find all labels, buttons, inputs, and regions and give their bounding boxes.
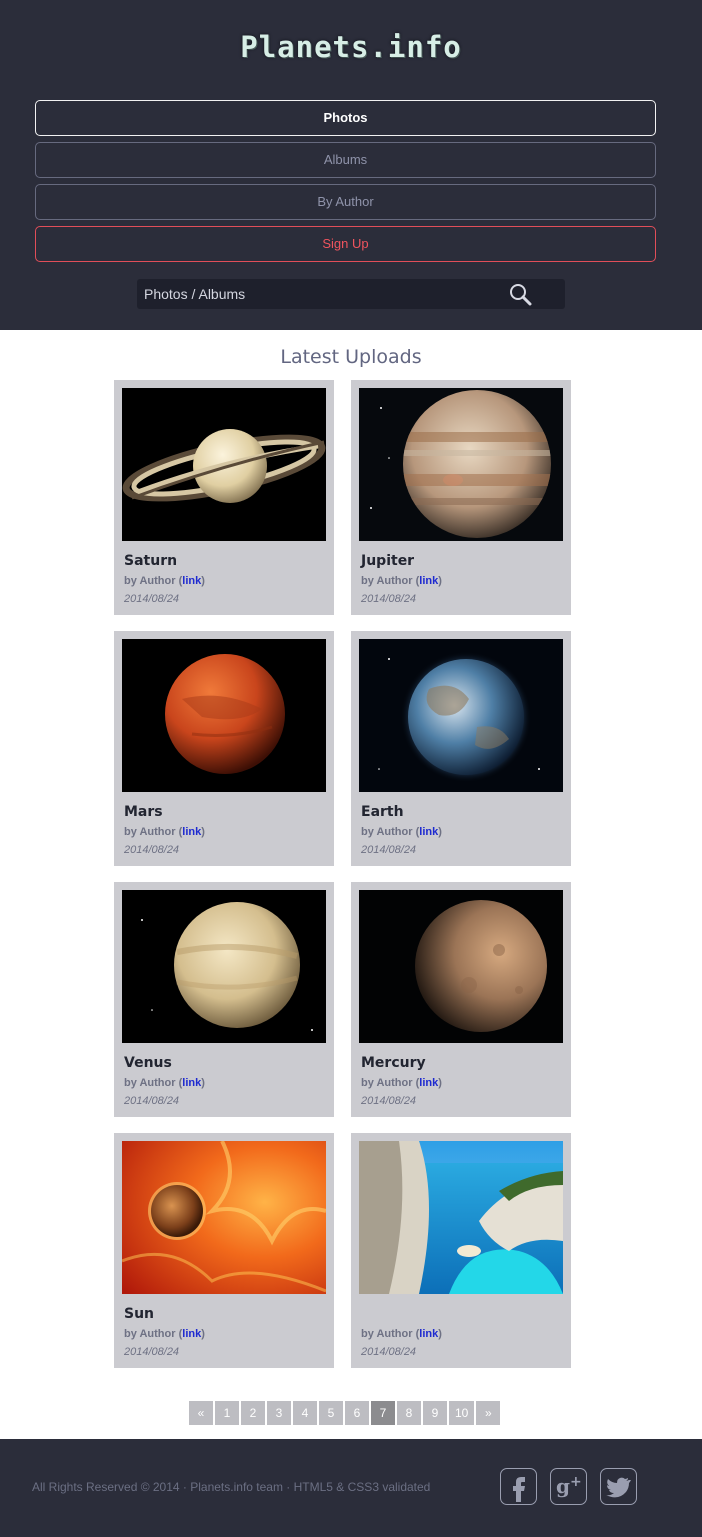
saturn-thumbnail[interactable] (122, 388, 326, 541)
earth-thumbnail[interactable] (359, 639, 563, 792)
site-logo[interactable]: Planets.info (0, 30, 702, 64)
card-title: Saturn (124, 553, 178, 569)
card-date: 2014/08/24 (361, 593, 417, 605)
page-1-button[interactable]: 1 (215, 1401, 239, 1425)
page-4-button[interactable]: 4 (293, 1401, 317, 1425)
pagination-next-button[interactable]: » (476, 1401, 501, 1425)
google-plus-icon[interactable]: g + (550, 1468, 587, 1505)
page-7-button-current[interactable]: 7 (371, 1401, 395, 1425)
card-title: Mercury (361, 1055, 426, 1071)
mars-thumbnail[interactable] (122, 639, 326, 792)
author-link[interactable]: link (182, 826, 201, 838)
facebook-icon[interactable] (500, 1468, 537, 1505)
card-title: Earth (361, 804, 404, 820)
beach-thumbnail[interactable] (359, 1141, 563, 1294)
page-6-button[interactable]: 6 (345, 1401, 369, 1425)
photo-card[interactable]: Jupiter by Author (link) 2014/08/24 (351, 380, 571, 615)
mercury-thumbnail[interactable] (359, 890, 563, 1043)
copyright-text: All Rights Reserved © 2014 · Planets.inf… (32, 1480, 431, 1494)
page-9-button[interactable]: 9 (423, 1401, 447, 1425)
page-5-button[interactable]: 5 (319, 1401, 343, 1425)
search-icon[interactable] (508, 282, 534, 308)
author-link[interactable]: link (182, 575, 201, 587)
sign-up-button[interactable]: Sign Up (35, 226, 656, 262)
card-date: 2014/08/24 (361, 1095, 417, 1107)
card-author: by Author (link) (361, 826, 442, 838)
search-bar (137, 279, 565, 309)
photo-card[interactable]: Sun by Author (link) 2014/08/24 (114, 1133, 334, 1368)
nav-photos-button[interactable]: Photos (35, 100, 656, 136)
page-3-button[interactable]: 3 (267, 1401, 291, 1425)
author-link[interactable]: link (419, 575, 438, 587)
author-link[interactable]: link (419, 1328, 438, 1340)
nav-albums-button[interactable]: Albums (35, 142, 656, 178)
photo-card[interactable]: by Author (link) 2014/08/24 (351, 1133, 571, 1368)
venus-thumbnail[interactable] (122, 890, 326, 1043)
card-date: 2014/08/24 (124, 593, 180, 605)
card-title: Mars (124, 804, 163, 820)
card-title: Venus (124, 1055, 172, 1071)
card-date: 2014/08/24 (124, 844, 180, 856)
card-author: by Author (link) (361, 1328, 442, 1340)
card-author: by Author (link) (124, 1328, 205, 1340)
sun-thumbnail[interactable] (122, 1141, 326, 1294)
card-author: by Author (link) (124, 826, 205, 838)
nav-by-author-button[interactable]: By Author (35, 184, 656, 220)
card-author: by Author (link) (124, 575, 205, 587)
author-link[interactable]: link (182, 1328, 201, 1340)
author-link[interactable]: link (419, 826, 438, 838)
site-footer: All Rights Reserved © 2014 · Planets.inf… (0, 1439, 702, 1537)
card-author: by Author (link) (124, 1077, 205, 1089)
twitter-icon[interactable] (600, 1468, 637, 1505)
photo-card[interactable]: Mercury by Author (link) 2014/08/24 (351, 882, 571, 1117)
jupiter-thumbnail[interactable] (359, 388, 563, 541)
card-title: Sun (124, 1306, 155, 1322)
site-header: Planets.info Photos Albums By Author Sig… (0, 0, 702, 330)
photo-card[interactable]: Earth by Author (link) 2014/08/24 (351, 631, 571, 866)
card-date: 2014/08/24 (124, 1346, 180, 1358)
search-input[interactable] (137, 279, 497, 309)
card-date: 2014/08/24 (124, 1095, 180, 1107)
card-title: Jupiter (361, 553, 415, 569)
card-date: 2014/08/24 (361, 1346, 417, 1358)
photo-card[interactable]: Mars by Author (link) 2014/08/24 (114, 631, 334, 866)
card-date: 2014/08/24 (361, 844, 417, 856)
section-title: Latest Uploads (280, 346, 422, 368)
svg-text:+: + (570, 1474, 582, 1490)
page-8-button[interactable]: 8 (397, 1401, 421, 1425)
card-author: by Author (link) (361, 575, 442, 587)
pagination: « 1 2 3 4 5 6 7 8 9 10 » (189, 1401, 501, 1425)
page-10-button[interactable]: 10 (449, 1401, 475, 1425)
photo-card[interactable]: Saturn by Author (link) 2014/08/24 (114, 380, 334, 615)
author-link[interactable]: link (182, 1077, 201, 1089)
pagination-prev-button[interactable]: « (189, 1401, 213, 1425)
page-2-button[interactable]: 2 (241, 1401, 265, 1425)
svg-text:g: g (556, 1474, 570, 1498)
photo-card[interactable]: Venus by Author (link) 2014/08/24 (114, 882, 334, 1117)
author-link[interactable]: link (419, 1077, 438, 1089)
card-author: by Author (link) (361, 1077, 442, 1089)
